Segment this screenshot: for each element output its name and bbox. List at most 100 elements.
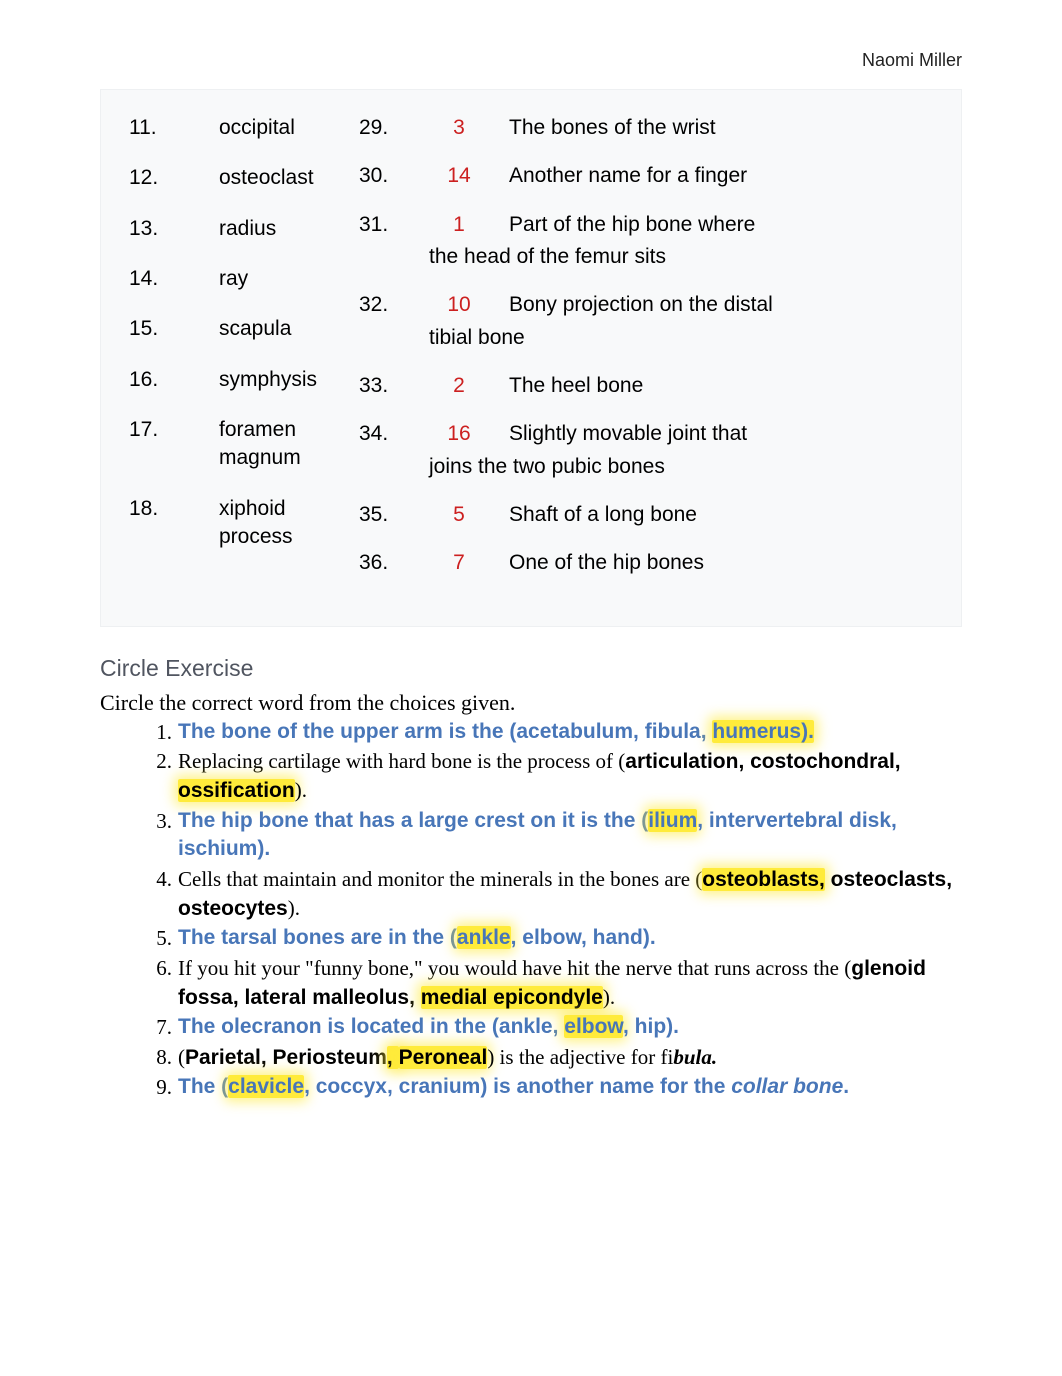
item-text: symphysis (171, 366, 339, 394)
circle-list-item: 1. The bone of the upper arm is the (acet… (144, 718, 962, 746)
list-item: 35.5Shaft of a long bone (359, 501, 933, 529)
item-text: ray (171, 265, 339, 293)
answer-value: 3 (409, 114, 509, 142)
right-column: 29.3The bones of the wrist 30.14Another n… (359, 114, 933, 598)
list-item: 14.ray (129, 265, 339, 293)
list-item: 32.10Bony projection on the distaltibial… (359, 291, 933, 352)
highlighted-text: ossification (178, 779, 295, 802)
description-text: One of the hip bones (509, 551, 704, 574)
list-item: 31.1Part of the hip bone where the head o… (359, 211, 933, 272)
text-fragment: If you hit your "funny bone," you would … (178, 956, 851, 980)
item-text: scapula (171, 315, 339, 343)
item-text: If you hit your "funny bone," you would … (178, 956, 926, 1009)
text-fragment: , hip). (623, 1015, 679, 1038)
item-number: 33. (359, 372, 409, 400)
highlighted-text: Peroneal (399, 1046, 488, 1069)
circle-list-item: 5. The tarsal bones are in the (ankle, el… (144, 924, 962, 952)
item-number: 36. (359, 549, 409, 577)
item-number: 12. (129, 164, 171, 192)
item-number: 3. (144, 807, 172, 835)
item-text: Cells that maintain and monitor the mine… (178, 867, 952, 920)
text-fragment: Cells that maintain and monitor the mine… (178, 867, 702, 891)
item-text: The hip bone that has a large crest on i… (178, 809, 897, 860)
item-text: The (clavicle, coccyx, cranium) is anoth… (178, 1075, 849, 1098)
list-item: 15.scapula (129, 315, 339, 343)
highlighted-text: ilium (648, 809, 697, 832)
text-fragment: ). (295, 778, 307, 802)
circle-list-item: 3.The hip bone that has a large crest on… (144, 807, 962, 864)
circle-list-item: 6.If you hit your "funny bone," you woul… (144, 954, 962, 1013)
item-number: 29. (359, 114, 409, 142)
text-fragment: ) is the adjective for fi (487, 1045, 673, 1069)
item-text: radius (171, 215, 339, 243)
item-text: Replacing cartilage with hard bone is th… (178, 749, 901, 802)
circle-list-item: 8.(Parietal, Periosteum, Peroneal) is th… (144, 1043, 962, 1072)
list-item: 16.symphysis (129, 366, 339, 394)
text-fragment: The olecranon is located in the (ankle, (178, 1015, 564, 1038)
instruction-text: Circle the correct word from the choices… (100, 690, 962, 716)
item-number: 16. (129, 366, 171, 394)
left-column: 11.occipital12.osteoclast13.radius14.ray… (129, 114, 339, 598)
text-fragment: ). (288, 896, 300, 920)
item-number: 5. (144, 924, 172, 952)
answer-value: 2 (409, 372, 509, 400)
list-item: 36.7One of the hip bones (359, 549, 933, 577)
text-fragment: The bone of the upper arm is the (acetab… (178, 720, 712, 743)
item-text: foramen magnum (171, 416, 339, 473)
item-number: 13. (129, 215, 171, 243)
text-fragment: , elbow, hand). (511, 926, 656, 949)
item-number: 14. (129, 265, 171, 293)
highlighted-text: elbow (564, 1015, 623, 1038)
list-item: 34.16Slightly movable joint thatjoins th… (359, 420, 933, 481)
list-item: 18.xiphoid process (129, 495, 339, 552)
list-item: 17.foramen magnum (129, 416, 339, 473)
item-number: 17. (129, 416, 171, 473)
answer-value: 1 (409, 211, 509, 239)
description-text: Another name for a finger (509, 164, 747, 187)
list-item: 13.radius (129, 215, 339, 243)
item-number: 7. (144, 1013, 172, 1041)
text-fragment: The ( (178, 1075, 228, 1098)
text-fragment: . (843, 1075, 849, 1098)
answer-value: 7 (409, 549, 509, 577)
description-text: Part of the hip bone where (509, 213, 755, 236)
description-text: Bony projection on the distal (509, 293, 773, 316)
item-number: 8. (144, 1043, 172, 1071)
item-number: 15. (129, 315, 171, 343)
text-fragment: bula. (673, 1045, 717, 1069)
text-fragment: Replacing cartilage with hard bone is th… (178, 749, 625, 773)
item-text: occipital (171, 114, 339, 142)
list-item: 12.osteoclast (129, 164, 339, 192)
item-number: 9. (144, 1073, 172, 1101)
highlighted-text: humerus). (712, 720, 814, 743)
item-number: 30. (359, 162, 409, 190)
item-number: 32. (359, 291, 409, 319)
item-number: 2. (144, 747, 172, 775)
item-number: 1. (144, 718, 172, 746)
text-fragment: , coccyx, cranium) is another name for t… (304, 1075, 731, 1098)
item-text: (Parietal, Periosteum, Peroneal) is the … (178, 1045, 717, 1069)
list-item: 30.14Another name for a finger (359, 162, 933, 190)
item-text: The olecranon is located in the (ankle, … (178, 1015, 679, 1038)
circle-list-item: 7. The olecranon is located in the (ankle… (144, 1013, 962, 1041)
highlighted-text: medial epicondyle (421, 986, 603, 1009)
item-text: The bone of the upper arm is the (acetab… (178, 720, 814, 743)
text-fragment: Parietal, Periosteum (185, 1046, 387, 1069)
item-number: 31. (359, 211, 409, 239)
text-fragment: ). (603, 985, 615, 1009)
list-item: 11.occipital (129, 114, 339, 142)
description-continuation: the head of the femur sits (429, 243, 933, 271)
text-fragment: ( (178, 1045, 185, 1069)
highlighted-text: ankle (457, 926, 511, 949)
section-title: Circle Exercise (100, 655, 962, 682)
description-text: The heel bone (509, 374, 643, 397)
text-fragment: The tarsal bones are in the ( (178, 926, 457, 949)
description-text: Shaft of a long bone (509, 503, 697, 526)
item-number: 6. (144, 954, 172, 982)
author-name: Naomi Miller (100, 50, 962, 71)
item-text: xiphoid process (171, 495, 339, 552)
answer-value: 10 (409, 291, 509, 319)
highlighted-text: , (387, 1046, 399, 1069)
highlighted-text: clavicle (228, 1075, 304, 1098)
list-item: 29.3The bones of the wrist (359, 114, 933, 142)
